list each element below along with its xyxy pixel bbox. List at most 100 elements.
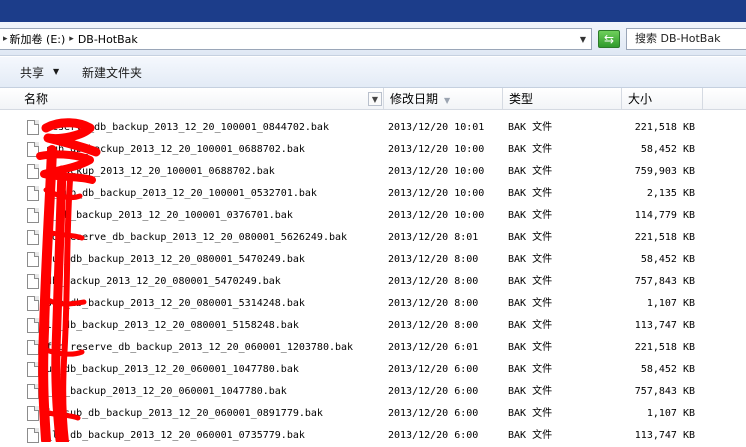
file-type: BAK 文件: [508, 166, 553, 177]
file-name: b_backup_2013_12_20_100001_0688702.bak: [46, 166, 275, 177]
file-row[interactable]: s_db_backup_2013_12_20_100001_0376701.ba…: [0, 205, 746, 227]
file-name: reserve_db_backup_2013_12_20_100001_0844…: [46, 122, 329, 133]
file-date: 2013/12/20 6:01: [388, 342, 479, 353]
file-row[interactable]: is_sub_db_backup_2013_12_20_060001_08917…: [0, 403, 746, 425]
breadcrumb-drive[interactable]: 新加卷 (E:): [10, 31, 66, 47]
file-size: 221,518 KB: [634, 232, 695, 243]
file-row[interactable]: ub_db_backup_2013_12_20_060001_1047780.b…: [0, 359, 746, 381]
file-row[interactable]: s_sub_db_backup_2013_12_20_100001_053270…: [0, 183, 746, 205]
file-type: BAK 文件: [508, 364, 553, 375]
file-date: 2013/12/20 8:00: [388, 276, 479, 287]
file-icon: [27, 274, 39, 289]
file-icon: [27, 384, 39, 399]
file-icon: [27, 230, 39, 245]
chevron-right-icon[interactable]: ▸: [3, 34, 8, 44]
file-size: 113,747 KB: [634, 320, 695, 331]
file-type: BAK 文件: [508, 210, 553, 221]
column-name-label: 名称: [24, 92, 49, 106]
file-icon: [27, 120, 39, 135]
file-icon: [27, 296, 39, 311]
file-date: 2013/12/20 10:00: [388, 166, 485, 177]
file-icon: [27, 252, 39, 267]
share-button[interactable]: 共享: [20, 64, 44, 81]
file-size: 58,452 KB: [640, 254, 695, 265]
file-date: 2013/12/20 10:00: [388, 188, 485, 199]
file-name: sub_db_backup_2013_12_20_080001_5470249.…: [46, 254, 305, 265]
file-size: 113,747 KB: [634, 430, 695, 441]
file-icon: [27, 406, 39, 421]
address-bar[interactable]: ▸ 新加卷 (E:) ▸ DB-HotBak ▼: [0, 28, 592, 50]
column-type-label: 类型: [509, 92, 534, 106]
column-header-size[interactable]: 大小: [622, 88, 703, 110]
search-input[interactable]: 搜索 DB-HotBak: [626, 28, 746, 50]
file-name: _db_backup_2013_12_20_060001_1047780.bak: [46, 386, 287, 397]
file-list: reserve_db_backup_2013_12_20_100001_0844…: [0, 117, 746, 447]
file-date: 2013/12/20 8:01: [388, 232, 479, 243]
file-date: 2013/12/20 8:00: [388, 254, 479, 265]
file-size: 58,452 KB: [640, 144, 695, 155]
file-type: BAK 文件: [508, 386, 553, 397]
column-header-type[interactable]: 类型: [503, 88, 622, 110]
file-name: s_db_backup_2013_12_20_100001_0376701.ba…: [46, 210, 293, 221]
file-size: 757,843 KB: [634, 276, 695, 287]
file-size: 114,779 KB: [634, 210, 695, 221]
name-filter-dropdown-icon[interactable]: ▼: [368, 92, 382, 106]
file-name: is_sub_db_backup_2013_12_20_060001_08917…: [46, 408, 323, 419]
file-row[interactable]: reserve_db_backup_2013_12_20_100001_0844…: [0, 117, 746, 139]
file-name: _ls_db_backup_2013_12_20_060001_0735779.…: [46, 430, 305, 441]
file-size: 1,107 KB: [646, 408, 695, 419]
file-row[interactable]: sub_db_backup_2013_12_20_080001_5470249.…: [0, 249, 746, 271]
file-type: BAK 文件: [508, 320, 553, 331]
file-size: 1,107 KB: [646, 298, 695, 309]
file-icon: [27, 142, 39, 157]
file-date: 2013/12/20 10:00: [388, 144, 485, 155]
file-date: 2013/12/20 6:00: [388, 430, 479, 441]
file-type: BAK 文件: [508, 188, 553, 199]
file-name: fic_reserve_db_backup_2013_12_20_060001_…: [46, 342, 354, 353]
file-row[interactable]: db_backup_2013_12_20_080001_5470249.bak 2…: [0, 271, 746, 293]
file-icon: [27, 208, 39, 223]
file-row[interactable]: b_backup_2013_12_20_100001_0688702.bak 20…: [0, 161, 746, 183]
file-type: BAK 文件: [508, 408, 553, 419]
file-type: BAK 文件: [508, 430, 553, 441]
file-type: BAK 文件: [508, 232, 553, 243]
file-row[interactable]: ls_db_backup_2013_12_20_080001_5158248.b…: [0, 315, 746, 337]
file-size: 221,518 KB: [634, 122, 695, 133]
file-row[interactable]: _db_backup_2013_12_20_060001_1047780.bak…: [0, 381, 746, 403]
address-dropdown-icon[interactable]: ▼: [576, 32, 590, 46]
file-icon: [27, 428, 39, 443]
column-header: 名称 ▼ 修改日期 ▼ 类型 大小: [0, 88, 746, 110]
file-type: BAK 文件: [508, 254, 553, 265]
file-name: sub_db_backup_2013_12_20_100001_0688702.…: [46, 144, 305, 155]
column-size-label: 大小: [628, 92, 653, 106]
file-name: s_sub_db_backup_2013_12_20_100001_053270…: [46, 188, 317, 199]
file-name: db_backup_2013_12_20_080001_5470249.bak: [46, 276, 281, 287]
file-icon: [27, 164, 39, 179]
file-row[interactable]: sub_db_backup_2013_12_20_080001_5314248.…: [0, 293, 746, 315]
column-date-label: 修改日期: [390, 92, 439, 106]
file-name: ls_db_backup_2013_12_20_080001_5158248.b…: [46, 320, 299, 331]
new-folder-button[interactable]: 新建文件夹: [82, 64, 142, 81]
file-type: BAK 文件: [508, 298, 553, 309]
file-name: ub_db_backup_2013_12_20_060001_1047780.b…: [46, 364, 299, 375]
breadcrumb-folder[interactable]: DB-HotBak: [78, 33, 138, 46]
file-date: 2013/12/20 6:00: [388, 386, 479, 397]
file-name: sub_db_backup_2013_12_20_080001_5314248.…: [46, 298, 305, 309]
file-date: 2013/12/20 10:01: [388, 122, 485, 133]
file-icon: [27, 318, 39, 333]
share-dropdown-icon[interactable]: ▼: [53, 67, 59, 76]
file-size: 757,843 KB: [634, 386, 695, 397]
column-header-name[interactable]: 名称: [18, 88, 384, 110]
file-row[interactable]: fic_reserve_db_backup_2013_12_20_060001_…: [0, 337, 746, 359]
file-icon: [27, 340, 39, 355]
file-name: id_reserve_db_backup_2013_12_20_080001_5…: [46, 232, 348, 243]
file-row[interactable]: sub_db_backup_2013_12_20_100001_0688702.…: [0, 139, 746, 161]
file-row[interactable]: id_reserve_db_backup_2013_12_20_080001_5…: [0, 227, 746, 249]
breadcrumb-separator-icon[interactable]: ▸: [69, 34, 74, 44]
file-date: 2013/12/20 8:00: [388, 320, 479, 331]
file-row[interactable]: _ls_db_backup_2013_12_20_060001_0735779.…: [0, 425, 746, 447]
file-date: 2013/12/20 6:00: [388, 408, 479, 419]
column-header-date[interactable]: 修改日期 ▼: [384, 88, 503, 110]
file-date: 2013/12/20 10:00: [388, 210, 485, 221]
refresh-button[interactable]: ⇆: [598, 30, 620, 48]
